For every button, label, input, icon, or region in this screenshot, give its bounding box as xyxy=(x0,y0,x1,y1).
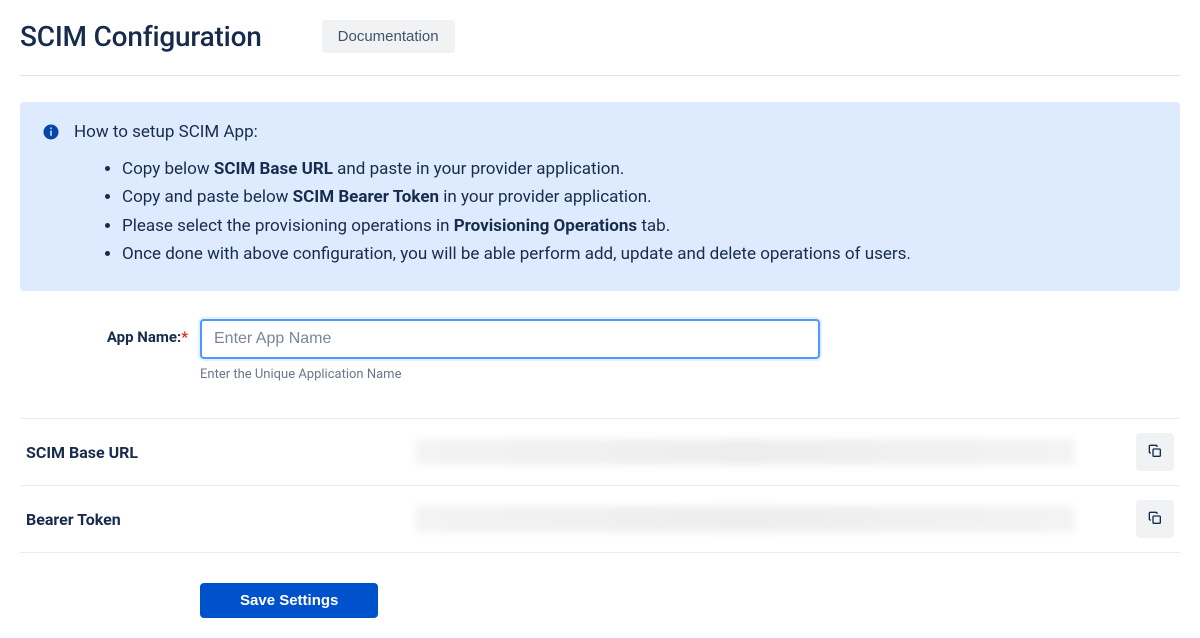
info-panel: How to setup SCIM App: Copy below SCIM B… xyxy=(20,102,1180,291)
bearer-token-value xyxy=(416,506,1114,532)
info-item: Copy below SCIM Base URL and paste in yo… xyxy=(122,156,1158,182)
info-text: and paste in your provider application. xyxy=(333,159,624,179)
info-text: Please select the provisioning operation… xyxy=(122,216,454,236)
info-text: Copy below xyxy=(122,159,214,179)
info-bold: Provisioning Operations xyxy=(454,216,637,236)
scim-base-url-value xyxy=(416,439,1114,465)
info-item: Once done with above configuration, you … xyxy=(122,241,1158,267)
bearer-token-label: Bearer Token xyxy=(26,510,416,529)
copy-bearer-token-button[interactable] xyxy=(1136,500,1174,538)
save-settings-button[interactable]: Save Settings xyxy=(200,583,378,618)
scim-base-url-label: SCIM Base URL xyxy=(26,443,416,462)
info-item: Please select the provisioning operation… xyxy=(122,213,1158,239)
copy-base-url-button[interactable] xyxy=(1136,433,1174,471)
info-text: in your provider application. xyxy=(439,187,652,207)
page-title: SCIM Configuration xyxy=(20,20,262,53)
app-name-input[interactable] xyxy=(200,319,820,359)
app-name-helper: Enter the Unique Application Name xyxy=(200,367,1180,382)
app-name-label: App Name:* xyxy=(20,319,200,346)
copy-icon xyxy=(1147,510,1163,529)
info-item: Copy and paste below SCIM Bearer Token i… xyxy=(122,184,1158,210)
info-icon xyxy=(42,123,60,141)
info-bold: SCIM Bearer Token xyxy=(293,187,439,207)
info-heading: How to setup SCIM App: xyxy=(74,122,258,142)
info-bold: SCIM Base URL xyxy=(214,159,333,179)
info-text: Copy and paste below xyxy=(122,187,293,207)
info-text: Once done with above configuration, you … xyxy=(122,244,911,264)
info-list: Copy below SCIM Base URL and paste in yo… xyxy=(42,156,1158,267)
info-text: tab. xyxy=(637,216,670,236)
documentation-button[interactable]: Documentation xyxy=(322,20,455,53)
copy-icon xyxy=(1147,443,1163,462)
required-marker: * xyxy=(181,328,188,346)
